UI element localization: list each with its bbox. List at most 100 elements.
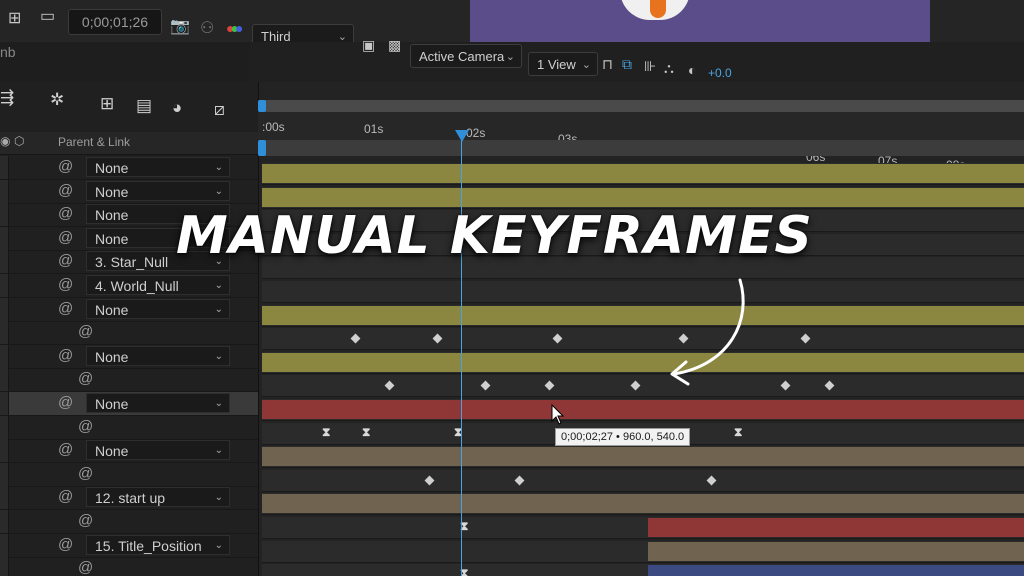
- parent-dropdown[interactable]: None ⌄: [86, 393, 230, 413]
- timeline-track[interactable]: [262, 540, 1024, 563]
- timeline-track[interactable]: ⧗: [262, 517, 1024, 539]
- frame-blending-icon[interactable]: ▤: [136, 96, 152, 116]
- parent-dropdown[interactable]: 12. start up ⌄: [86, 487, 230, 508]
- magnification-icon[interactable]: ⊞: [8, 8, 21, 28]
- keyframe-diamond[interactable]: [630, 380, 641, 391]
- timeline-track[interactable]: ⧗: [262, 564, 1024, 576]
- layer-switches[interactable]: [0, 415, 9, 439]
- parent-dropdown[interactable]: None ⌄: [86, 440, 230, 461]
- current-time-indicator-head[interactable]: [455, 130, 469, 142]
- ruler-range-bar[interactable]: [262, 140, 1024, 156]
- region-of-interest-icon[interactable]: ▭: [40, 6, 55, 26]
- keyframe-diamond[interactable]: [800, 333, 811, 344]
- parent-dropdown[interactable]: None ⌄: [86, 298, 230, 319]
- layer-row[interactable]: @ None ⌄: [0, 439, 258, 464]
- timeline-track[interactable]: [262, 375, 1024, 398]
- layer-switches[interactable]: [0, 274, 9, 297]
- layer-duration-bar[interactable]: [262, 164, 1024, 183]
- graph-editor-icon[interactable]: ⇶: [0, 88, 14, 108]
- layer-row[interactable]: @ None ⌄: [0, 156, 258, 180]
- color-channels-icon[interactable]: ●●●: [226, 20, 243, 36]
- pick-whip-icon[interactable]: @: [58, 300, 73, 317]
- parent-dropdown[interactable]: None ⌄: [86, 345, 230, 366]
- layer-row[interactable]: @ None ⌄: [0, 179, 258, 204]
- pick-whip-icon[interactable]: @: [78, 512, 93, 529]
- timeline-icon[interactable]: ⊪: [644, 58, 656, 75]
- timeline-track[interactable]: [262, 328, 1024, 351]
- layer-switches[interactable]: [0, 439, 9, 463]
- show-snapshot-icon[interactable]: ⚇: [200, 18, 214, 38]
- layer-switches[interactable]: [0, 203, 9, 227]
- layer-switches[interactable]: [0, 226, 9, 250]
- keyframe-hold[interactable]: ⧗: [322, 425, 330, 440]
- layer-row[interactable]: @12. start up ⌄: [0, 486, 258, 511]
- pick-whip-icon[interactable]: @: [58, 394, 73, 411]
- pick-whip-icon[interactable]: @: [58, 229, 73, 246]
- pick-whip-icon[interactable]: @: [78, 559, 93, 576]
- camera-icon[interactable]: 📷: [170, 16, 190, 36]
- layer-row[interactable]: @ None ⌄: [0, 392, 258, 416]
- layer-switches[interactable]: [0, 533, 9, 557]
- layer-duration-bar[interactable]: [648, 565, 1024, 576]
- timeline-track[interactable]: [262, 281, 1024, 303]
- layer-row[interactable]: @4. World_Null ⌄: [0, 274, 258, 298]
- keyframe-diamond[interactable]: [480, 380, 491, 391]
- pick-whip-icon[interactable]: @: [58, 205, 73, 222]
- draft-3d-icon[interactable]: ✲: [50, 90, 64, 110]
- toggle-pixel-aspect-icon[interactable]: ⊓: [602, 56, 613, 73]
- timeline-track[interactable]: [262, 493, 1024, 516]
- exposure-value[interactable]: +0.0: [708, 66, 732, 80]
- pick-whip-icon[interactable]: @: [58, 158, 73, 175]
- keyframe-diamond[interactable]: [544, 380, 555, 391]
- 3d-layer-column-icon[interactable]: ⬡: [14, 134, 24, 148]
- layer-switches[interactable]: [0, 486, 9, 510]
- layer-duration-bar[interactable]: [262, 187, 1024, 207]
- pick-whip-icon[interactable]: @: [58, 252, 73, 269]
- keyframe-diamond[interactable]: [424, 475, 435, 486]
- property-row[interactable]: @: [0, 462, 258, 487]
- property-row[interactable]: @: [0, 510, 258, 534]
- parent-dropdown[interactable]: None ⌄: [86, 157, 230, 177]
- layer-duration-bar[interactable]: [262, 305, 1024, 325]
- work-area-start-handle[interactable]: [258, 100, 266, 112]
- keyframe-diamond[interactable]: [706, 475, 717, 486]
- layer-duration-bar[interactable]: [262, 494, 1024, 514]
- layer-switches[interactable]: [0, 368, 9, 392]
- motion-blur-icon[interactable]: ◕: [172, 98, 182, 118]
- work-area-bar[interactable]: [262, 100, 1024, 112]
- pick-whip-icon[interactable]: @: [78, 418, 93, 435]
- range-start-handle[interactable]: [258, 140, 266, 156]
- layer-switches[interactable]: [0, 321, 9, 345]
- keyframe-diamond[interactable]: [350, 333, 361, 344]
- active-camera-dropdown[interactable]: Active Camera ⌄: [410, 44, 522, 68]
- layer-duration-bar[interactable]: [648, 541, 1024, 561]
- keyframe-hold[interactable]: ⧗: [734, 425, 742, 440]
- pick-whip-icon[interactable]: @: [78, 323, 93, 340]
- property-row[interactable]: @: [0, 415, 258, 440]
- timeline-track[interactable]: [262, 399, 1024, 421]
- keyframe-diamond[interactable]: [552, 333, 563, 344]
- timeline-track[interactable]: [262, 446, 1024, 469]
- current-time-display[interactable]: 0;00;01;26: [68, 9, 162, 35]
- layer-row[interactable]: @ None ⌄: [0, 344, 258, 369]
- pick-whip-icon[interactable]: @: [58, 536, 73, 553]
- layer-duration-bar[interactable]: [262, 352, 1024, 372]
- pick-whip-icon[interactable]: @: [58, 441, 73, 458]
- parent-dropdown[interactable]: 4. World_Null ⌄: [86, 275, 230, 295]
- layer-switches[interactable]: [0, 250, 9, 274]
- keyframe-hold[interactable]: ⧗: [362, 425, 370, 440]
- layer-switches[interactable]: [0, 156, 9, 179]
- layer-switches[interactable]: [0, 392, 9, 415]
- pick-whip-icon[interactable]: @: [78, 465, 93, 482]
- fast-previews-icon[interactable]: ⧉: [622, 56, 632, 73]
- view-layout-dropdown[interactable]: 1 View ⌄: [528, 52, 598, 76]
- layer-switches[interactable]: [0, 179, 9, 203]
- layer-switches[interactable]: [0, 557, 9, 576]
- keyframe-diamond[interactable]: [514, 475, 525, 486]
- property-row[interactable]: @: [0, 557, 258, 576]
- layer-row[interactable]: @ None ⌄: [0, 297, 258, 322]
- pick-whip-icon[interactable]: @: [78, 370, 93, 387]
- comp-flowchart-icon[interactable]: ⛬: [664, 60, 674, 77]
- layer-switches[interactable]: [0, 344, 9, 368]
- layer-duration-bar[interactable]: [648, 518, 1024, 537]
